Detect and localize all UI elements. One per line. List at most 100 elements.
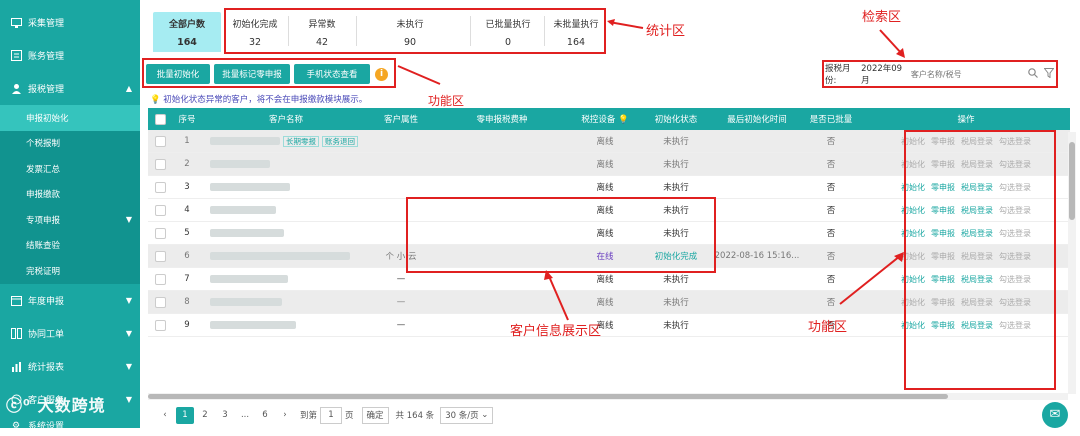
customer-name[interactable]: 长期零报 账务退回 xyxy=(202,135,370,147)
page-size-select[interactable]: 30 条/页 ⌄ xyxy=(440,406,494,424)
col-header: 是否已批量 xyxy=(809,115,853,125)
sidebar-item-label: 年度申报 xyxy=(28,296,65,307)
chevron-down-icon: ⌄ xyxy=(481,410,489,420)
init-status: 未执行 xyxy=(663,160,689,170)
customer-name[interactable] xyxy=(202,251,370,261)
row-number: 3 xyxy=(184,182,190,192)
sidebar-item-label: 专项申报 xyxy=(26,215,61,226)
sidebar-item-settings[interactable]: ⚙ 系统设置 xyxy=(0,416,140,436)
col-header: 序号 xyxy=(178,115,196,125)
ledger-icon xyxy=(10,50,22,62)
customer-name[interactable] xyxy=(202,159,370,169)
batch-flag: 否 xyxy=(826,137,836,147)
sidebar-item-annual[interactable]: 年度申报 ▼ xyxy=(0,284,140,317)
row-number: 9 xyxy=(184,320,190,330)
tax-device-status: 离线 xyxy=(596,160,614,170)
customer-name[interactable] xyxy=(202,182,370,192)
customer-name[interactable] xyxy=(202,297,370,307)
annotation-box-toolbar xyxy=(142,58,396,88)
row-checkbox[interactable] xyxy=(148,227,172,239)
annotation-box-stats xyxy=(224,8,606,54)
sidebar-item-invoice[interactable]: 发票汇总 xyxy=(0,156,140,182)
page-size-value: 30 条/页 xyxy=(445,411,479,421)
sidebar-item-tax-proof[interactable]: 完税证明 xyxy=(0,258,140,284)
page-button[interactable]: 1 xyxy=(176,406,194,424)
sidebar-item-collect[interactable]: 采集管理 xyxy=(0,6,140,39)
batch-flag: 否 xyxy=(826,183,836,193)
sidebar-item-label: 结账查验 xyxy=(26,241,61,252)
sidebar-item-close-check[interactable]: 结账查验 xyxy=(0,233,140,259)
row-number: 4 xyxy=(184,205,190,215)
sidebar-item-accounts[interactable]: 账务管理 xyxy=(0,39,140,72)
annotation-label-search: 检索区 xyxy=(862,10,902,25)
sidebar-item-label: 报税管理 xyxy=(28,85,65,95)
vertical-scrollbar[interactable] xyxy=(1068,132,1076,394)
page-button[interactable]: 6 xyxy=(256,407,274,424)
mail-icon[interactable]: ✉ xyxy=(1042,402,1068,428)
chevron-down-icon: ▼ xyxy=(125,215,132,225)
customer-attr: — xyxy=(396,320,406,330)
row-number: 6 xyxy=(184,251,190,261)
annotation-box-ops xyxy=(904,130,1056,390)
sidebar-item-special[interactable]: 专项申报 ▼ xyxy=(0,207,140,233)
monitor-icon xyxy=(10,17,22,29)
annotation-arrow xyxy=(879,29,905,58)
chevron-down-icon: ▼ xyxy=(125,394,132,404)
goto-input[interactable]: 1 xyxy=(320,406,343,424)
sidebar-item-label: 系统设置 xyxy=(28,422,65,432)
workorder-icon xyxy=(10,327,22,339)
sidebar-item-personal-tax[interactable]: 个税报制 xyxy=(0,131,140,157)
customer-tag: 长期零报 xyxy=(283,135,319,147)
next-page-button[interactable]: › xyxy=(276,407,294,424)
page-button[interactable]: 3 xyxy=(216,407,234,424)
sidebar-item-label: 发票汇总 xyxy=(26,164,61,175)
col-header: 客户属性 xyxy=(383,115,418,125)
sidebar-submenu: 申报初始化 个税报制 发票汇总 申报缴款 专项申报 ▼ 结账查验 完税证明 xyxy=(0,105,140,284)
annotation-arrow xyxy=(544,270,569,321)
sidebar-item-declare-pay[interactable]: 申报缴款 xyxy=(0,182,140,208)
chevron-down-icon: ▼ xyxy=(125,295,132,305)
page-ellipsis[interactable]: ... xyxy=(236,407,254,424)
row-checkbox[interactable] xyxy=(148,181,172,193)
row-number: 7 xyxy=(184,274,190,284)
sidebar-item-label: 申报缴款 xyxy=(26,190,61,201)
batch-flag: 否 xyxy=(826,229,836,239)
customer-name[interactable] xyxy=(202,320,370,330)
goto-label: 到第 xyxy=(300,411,318,421)
customer-name[interactable] xyxy=(202,274,370,284)
page-button[interactable]: 2 xyxy=(196,407,214,424)
goto-confirm-button[interactable]: 确定 xyxy=(361,406,389,424)
customer-name[interactable] xyxy=(202,205,370,215)
sidebar-item-label: 个税报制 xyxy=(26,139,61,150)
chevron-down-icon: ▼ xyxy=(125,328,132,338)
sidebar-item-tax[interactable]: 报税管理 ▲ xyxy=(0,72,140,105)
annotation-arrow xyxy=(607,19,644,29)
sidebar-item-report[interactable]: 统计报表 ▼ xyxy=(0,350,140,383)
annotation-box-info xyxy=(406,197,716,273)
sidebar-item-workorder[interactable]: 协同工单 ▼ xyxy=(0,317,140,350)
row-checkbox[interactable] xyxy=(148,273,172,285)
stat-all[interactable]: 全部户数 164 xyxy=(153,12,221,52)
row-checkbox[interactable] xyxy=(148,135,172,147)
annotation-label-info: 客户信息展示区 xyxy=(510,324,602,339)
row-checkbox[interactable] xyxy=(148,319,172,331)
prev-page-button[interactable]: ‹ xyxy=(156,407,174,424)
row-checkbox[interactable] xyxy=(148,158,172,170)
notice-text: 💡 初始化状态异常的客户，将不会在申报缴款模块展示。 xyxy=(150,93,367,105)
horizontal-scrollbar[interactable] xyxy=(148,393,1068,400)
sidebar-item-label: 账务管理 xyxy=(28,52,65,62)
select-all-checkbox[interactable] xyxy=(148,113,172,125)
sidebar: 采集管理 账务管理 报税管理 ▲ 申报初始化 个税报制 发票汇总 申报缴款 专项… xyxy=(0,0,140,432)
row-checkbox[interactable] xyxy=(148,296,172,308)
row-number: 1 xyxy=(184,136,190,146)
row-number: 8 xyxy=(184,297,190,307)
row-checkbox[interactable] xyxy=(148,250,172,262)
chevron-down-icon: ▼ xyxy=(125,361,132,371)
row-checkbox[interactable] xyxy=(148,204,172,216)
customer-name[interactable] xyxy=(202,228,370,238)
chart-icon xyxy=(10,360,22,372)
sidebar-item-init[interactable]: 申报初始化 xyxy=(0,105,140,131)
annotation-box-search xyxy=(822,60,1058,88)
sidebar-item-label: 统计报表 xyxy=(28,362,65,373)
annotation-label-ops: 功能区 xyxy=(808,320,848,335)
